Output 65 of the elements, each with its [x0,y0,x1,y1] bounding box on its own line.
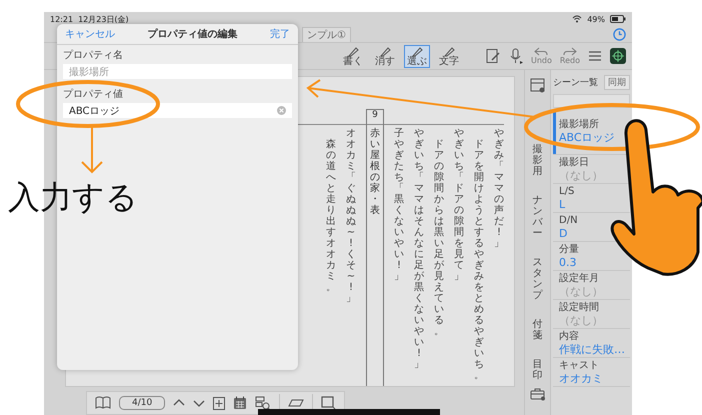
side-tab[interactable]: 付箋 [532,319,542,341]
value-field[interactable]: ABCロッジ [63,103,292,118]
status-time: 12:21 [50,14,74,24]
dialogue-line: オオカミ「ぐぬぬぬ~!くそ~!」 [346,127,356,306]
menu-icon[interactable] [588,50,602,62]
property-name[interactable]: D/N [559,215,578,227]
sync-button[interactable]: 同期 [604,74,630,90]
field-label: プロパティ値 [63,89,124,101]
list-search-icon[interactable] [255,396,272,410]
property-name[interactable]: キャスト [559,360,603,372]
side-tab[interactable]: ナンバー [532,195,542,239]
document-tab[interactable]: ンプル① [302,26,351,42]
board-settings-icon[interactable] [530,78,546,94]
dialogue-line: 子やぎたち「黒くないやい!」 [394,127,404,284]
panel-title: シーン一覧 [553,76,598,88]
action-line: ドアを開けようとするやぎみをとめるやぎいち。 [474,138,484,383]
action-line: ドアの隙間からは黒い足が見えている。 [434,138,444,339]
property-name[interactable]: L/S [559,186,574,198]
scene-heading: 赤い屋根の家・表 [370,128,380,216]
side-tab[interactable]: 撮影用 [532,144,542,177]
dialogue-line: やぎみ「ママの声だ!」 [494,127,504,251]
book-icon[interactable] [95,396,111,410]
battery-percent: 49% [587,14,605,24]
add-page-icon[interactable] [213,396,226,410]
pencil-icon [411,46,423,56]
scene-number: 9 [372,110,378,122]
document-edit-icon[interactable] [485,48,501,64]
app-icon[interactable] [610,48,626,64]
tool-button[interactable]: 文字 [436,44,462,68]
wifi-icon [572,15,582,23]
annotation-arrow [81,126,103,174]
microphone-icon[interactable] [509,48,523,64]
pencil-icon [379,46,391,56]
property-name[interactable]: 設定時間 [559,302,603,314]
property-name[interactable]: 分量 [559,244,579,256]
property-name[interactable]: 設定年月 [559,273,603,285]
dialogue-line: やぎいち「ドアの隙間を見て」 [454,127,464,284]
property-name[interactable]: 撮影場所 [559,119,615,132]
clock-icon[interactable] [613,28,626,40]
dialogue-line: やぎいち「ママはそんなに足が黒くないやい!」 [414,127,424,372]
page-number-field[interactable]: 4/10 [119,396,166,410]
annotation-label: 入力する [8,178,138,216]
chevron-down-icon[interactable] [193,398,206,408]
calendar-icon[interactable] [233,396,248,410]
tool-button[interactable]: 選ぶ [404,44,430,68]
battery-icon [610,15,626,23]
redo-arrow-icon [562,47,577,56]
frame-icon[interactable] [321,396,336,410]
side-tab[interactable]: スタンプ [532,257,542,301]
chevron-up-icon[interactable] [173,398,186,408]
tool-button[interactable]: 消す [372,44,398,68]
toolbox-icon[interactable] [530,387,546,401]
action-line: 森の道へと走り出すオオカミ。 [326,138,336,295]
tool-button[interactable]: 書く [340,44,366,68]
done-button[interactable]: 完了 [270,27,290,41]
cancel-button[interactable]: キャンセル [65,27,115,41]
dialog-title: プロパティ値の編集 [148,27,238,41]
field-label: プロパティ名 [63,50,124,62]
pencil-icon [347,46,359,56]
property-name[interactable]: 撮影日 [559,157,603,169]
property-name[interactable]: 内容 [559,331,625,343]
pencil-icon [443,46,455,56]
status-date: 12月23日(金) [78,14,129,24]
undo-arrow-icon [534,47,548,56]
side-tab[interactable]: 目印 [532,359,542,381]
